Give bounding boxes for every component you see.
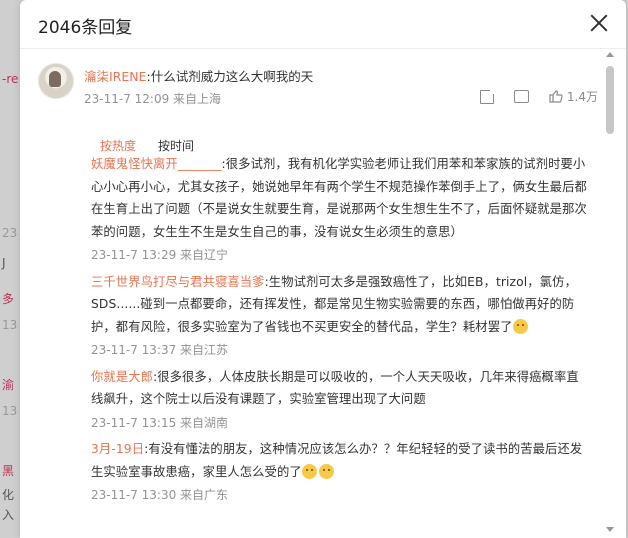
- like-button[interactable]: 1.4万: [549, 88, 598, 105]
- reply-list: 妖魔鬼怪快离开_______:很多试剂，我有机化学实验老师让我们用苯和苯家族的试…: [91, 153, 587, 511]
- sort-tabs: 按热度 按时间: [100, 137, 194, 154]
- avatar[interactable]: [38, 63, 74, 99]
- main-comment-actions: 1.4万: [479, 87, 598, 105]
- bg-fragment: 渝: [2, 378, 15, 392]
- reply-text: :有没有懂法的朋友，这种情况应该怎么办？？年纪轻轻的受了读书的苦最后还发生实验室…: [91, 442, 583, 479]
- comment-button[interactable]: [513, 90, 529, 103]
- reply-username[interactable]: 妖魔鬼怪快离开_______: [91, 157, 222, 171]
- like-count: 1.4万: [566, 90, 598, 104]
- reply-meta: 23-11-7 13:30 来自广东: [91, 488, 229, 502]
- reply-item: 3月-19日:有没有懂法的朋友，这种情况应该怎么办？？年纪轻轻的受了读书的苦最后…: [91, 438, 587, 507]
- reply-meta: 23-11-7 13:37 来自江苏: [91, 343, 229, 357]
- scroll-up-icon[interactable]: [606, 52, 614, 57]
- main-comment-line: 瀹柒IRENE:什么试剂威力这么大啊我的天: [84, 66, 313, 85]
- reply-body: 3月-19日:有没有懂法的朋友，这种情况应该怎么办？？年纪轻轻的受了读书的苦最后…: [91, 438, 587, 483]
- bg-fragment: 黑: [2, 464, 15, 478]
- reply-username[interactable]: 3月-19日: [91, 442, 144, 456]
- comment-icon: [513, 90, 529, 103]
- reply-username[interactable]: 你就是大郎: [91, 370, 153, 384]
- bg-fragment: J: [2, 256, 6, 270]
- scrollbar[interactable]: [604, 52, 616, 536]
- share-button[interactable]: [479, 87, 496, 104]
- reply-body: 三千世界鸟打尽与君共寝喜当爹:生物试剂可太多是强致癌性了，比如EB，trizol…: [91, 271, 587, 339]
- reply-username[interactable]: 三千世界鸟打尽与君共寝喜当爹: [91, 275, 265, 289]
- tab-sort-hot[interactable]: 按热度: [100, 137, 136, 154]
- reply-body: 你就是大郎:很多很多，人体皮肤长期是可以吸收的，一个人天天吸收，几年来得癌概率直…: [91, 366, 587, 411]
- tab-sort-time[interactable]: 按时间: [158, 137, 194, 154]
- share-icon: [479, 87, 496, 104]
- reply-meta: 23-11-7 13:15 来自湖南: [91, 415, 229, 430]
- reply-item: 妖魔鬼怪快离开_______:很多试剂，我有机化学实验老师让我们用苯和苯家族的试…: [91, 153, 587, 267]
- main-comment-text: :什么试剂威力这么大啊我的天: [146, 69, 314, 84]
- bg-fragment: 23: [2, 226, 18, 240]
- sad-emoji-icon: [318, 463, 334, 479]
- scroll-down-icon[interactable]: [606, 527, 614, 532]
- replies-scroll-area[interactable]: 瀹柒IRENE:什么试剂威力这么大啊我的天 23-11-7 12:09 来自上海…: [20, 49, 626, 538]
- scrollbar-thumb[interactable]: [606, 66, 614, 134]
- dialog-title: 2046条回复: [38, 18, 133, 38]
- main-comment-meta: 23-11-7 12:09 来自上海: [84, 92, 222, 106]
- replies-dialog: 2046条回复 瀹柒IRENE:什么试剂威力这么大啊我的天 23-11-7 12…: [20, 0, 626, 538]
- bg-fragment: 多: [2, 292, 15, 306]
- bg-fragment: 13: [2, 318, 18, 332]
- bg-fragment: 入: [2, 508, 15, 522]
- reply-body: 妖魔鬼怪快离开_______:很多试剂，我有机化学实验老师让我们用苯和苯家族的试…: [91, 153, 587, 243]
- reply-item: 三千世界鸟打尽与君共寝喜当爹:生物试剂可太多是强致癌性了，比如EB，trizol…: [91, 271, 587, 362]
- smile-emoji-icon: [512, 318, 528, 334]
- thumbs-up-icon: [549, 90, 563, 103]
- bg-fragment: 13: [2, 404, 18, 418]
- close-icon[interactable]: [590, 14, 608, 32]
- reply-item: 你就是大郎:很多很多，人体皮肤长期是可以吸收的，一个人天天吸收，几年来得癌概率直…: [91, 366, 587, 435]
- sad-emoji-icon: [301, 463, 317, 479]
- reply-meta: 23-11-7 13:29 来自辽宁: [91, 248, 229, 262]
- bg-fragment: -re: [2, 72, 19, 86]
- main-comment-username[interactable]: 瀹柒IRENE: [84, 69, 147, 84]
- bg-fragment: 化: [2, 488, 15, 502]
- reply-text: :很多很多，人体皮肤长期是可以吸收的，一个人天天吸收，几年来得癌概率直线飙升，这…: [91, 369, 579, 407]
